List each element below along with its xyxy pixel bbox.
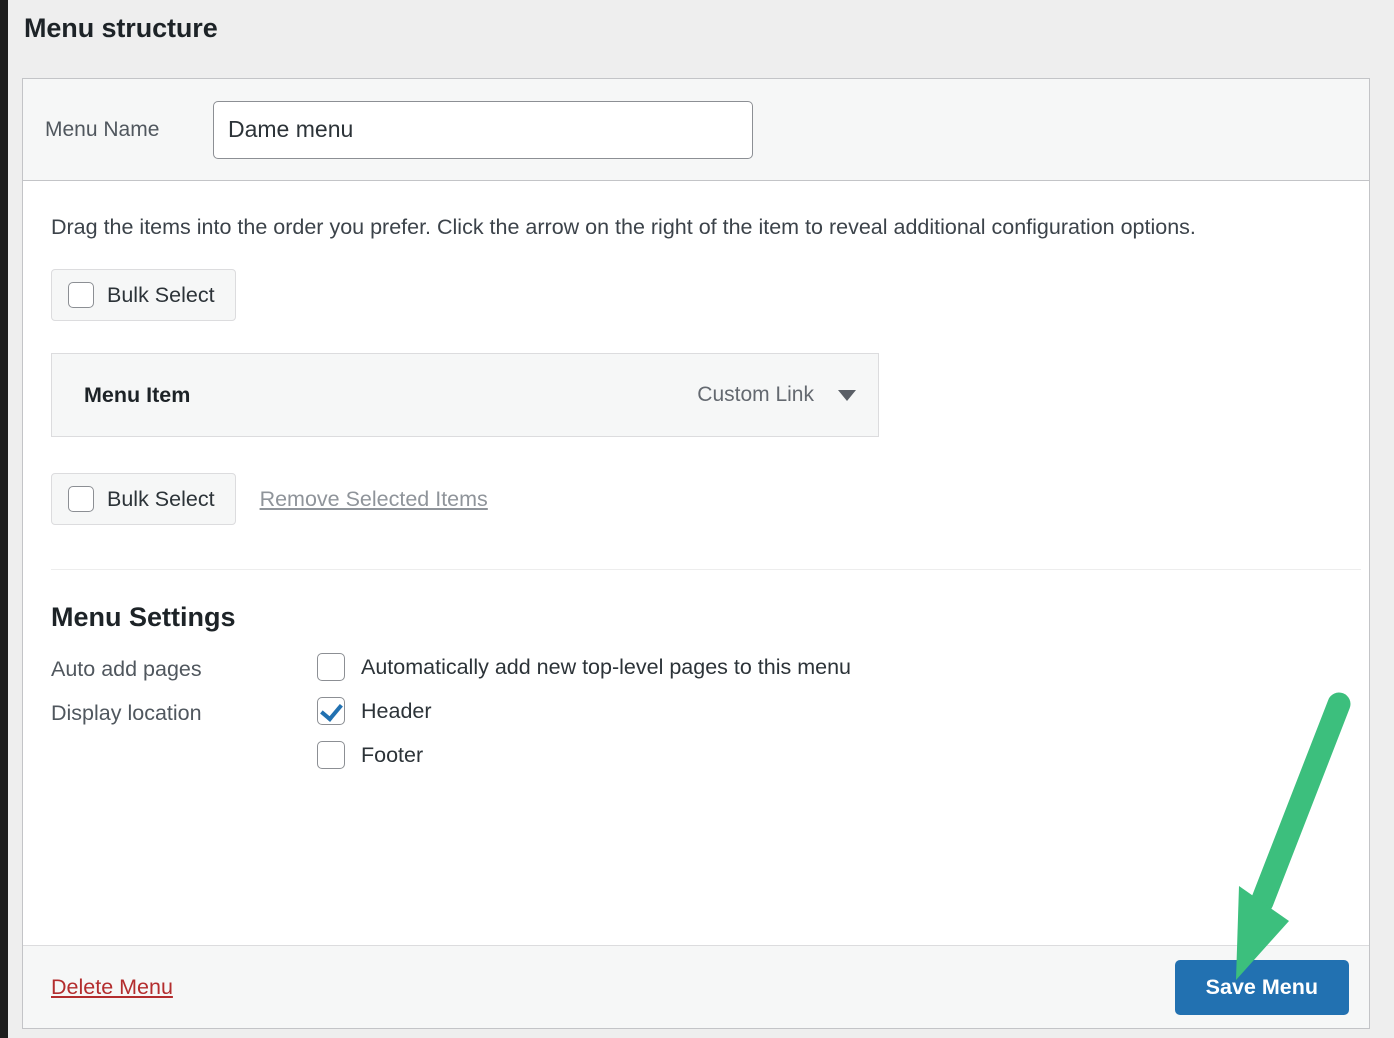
menu-name-row: Menu Name xyxy=(23,79,1369,181)
remove-selected-items-link[interactable]: Remove Selected Items xyxy=(260,487,488,512)
drag-help-text: Drag the items into the order you prefer… xyxy=(51,215,1196,239)
display-location-options: Header Footer xyxy=(317,697,1341,785)
auto-add-pages-option[interactable]: Automatically add new top-level pages to… xyxy=(317,653,1341,681)
auto-add-pages-options: Automatically add new top-level pages to… xyxy=(317,653,1341,697)
auto-add-pages-row: Auto add pages Automatically add new top… xyxy=(51,653,1341,697)
menu-item-type-label: Custom Link xyxy=(697,383,814,406)
bulk-select-checkbox-top[interactable] xyxy=(68,282,94,308)
bulk-select-label-bottom: Bulk Select xyxy=(107,486,215,511)
display-location-option-header[interactable]: Header xyxy=(317,697,1341,725)
menu-item-title: Menu Item xyxy=(84,382,191,407)
bulk-actions-row: Bulk Select Remove Selected Items xyxy=(51,473,1341,525)
display-location-option-footer[interactable]: Footer xyxy=(317,741,1341,769)
bulk-select-checkbox-bottom[interactable] xyxy=(68,486,94,512)
auto-add-pages-label: Auto add pages xyxy=(51,657,202,681)
menu-footer-bar: Delete Menu Save Menu xyxy=(23,945,1369,1028)
menu-item-row[interactable]: Menu Item Custom Link xyxy=(51,353,879,437)
admin-page: Menu structure Menu Name Drag the items … xyxy=(8,0,1394,1038)
menu-structure-body: Drag the items into the order you prefer… xyxy=(23,181,1369,785)
bulk-select-button-bottom[interactable]: Bulk Select xyxy=(51,473,236,525)
header-location-checkbox[interactable] xyxy=(317,697,345,725)
delete-menu-link[interactable]: Delete Menu xyxy=(51,975,173,1000)
display-location-row: Display location Header Footer xyxy=(51,697,1341,785)
menu-name-input[interactable] xyxy=(213,100,753,159)
bulk-select-label-top: Bulk Select xyxy=(107,282,215,307)
menu-settings-heading: Menu Settings xyxy=(51,602,236,632)
menu-name-label: Menu Name xyxy=(45,117,160,141)
save-menu-button[interactable]: Save Menu xyxy=(1174,959,1349,1015)
page-title: Menu structure xyxy=(24,13,218,43)
header-location-label: Header xyxy=(361,698,432,723)
menu-structure-card: Menu Name Drag the items into the order … xyxy=(22,78,1370,1029)
footer-location-label: Footer xyxy=(361,742,424,767)
display-location-label: Display location xyxy=(51,701,202,725)
section-divider xyxy=(51,569,1361,570)
auto-add-pages-option-label: Automatically add new top-level pages to… xyxy=(361,654,851,679)
bulk-select-button-top[interactable]: Bulk Select xyxy=(51,269,236,321)
auto-add-pages-checkbox[interactable] xyxy=(317,653,345,681)
footer-location-checkbox[interactable] xyxy=(317,741,345,769)
chevron-down-icon[interactable] xyxy=(838,389,856,401)
browser-left-edge xyxy=(0,0,8,1038)
